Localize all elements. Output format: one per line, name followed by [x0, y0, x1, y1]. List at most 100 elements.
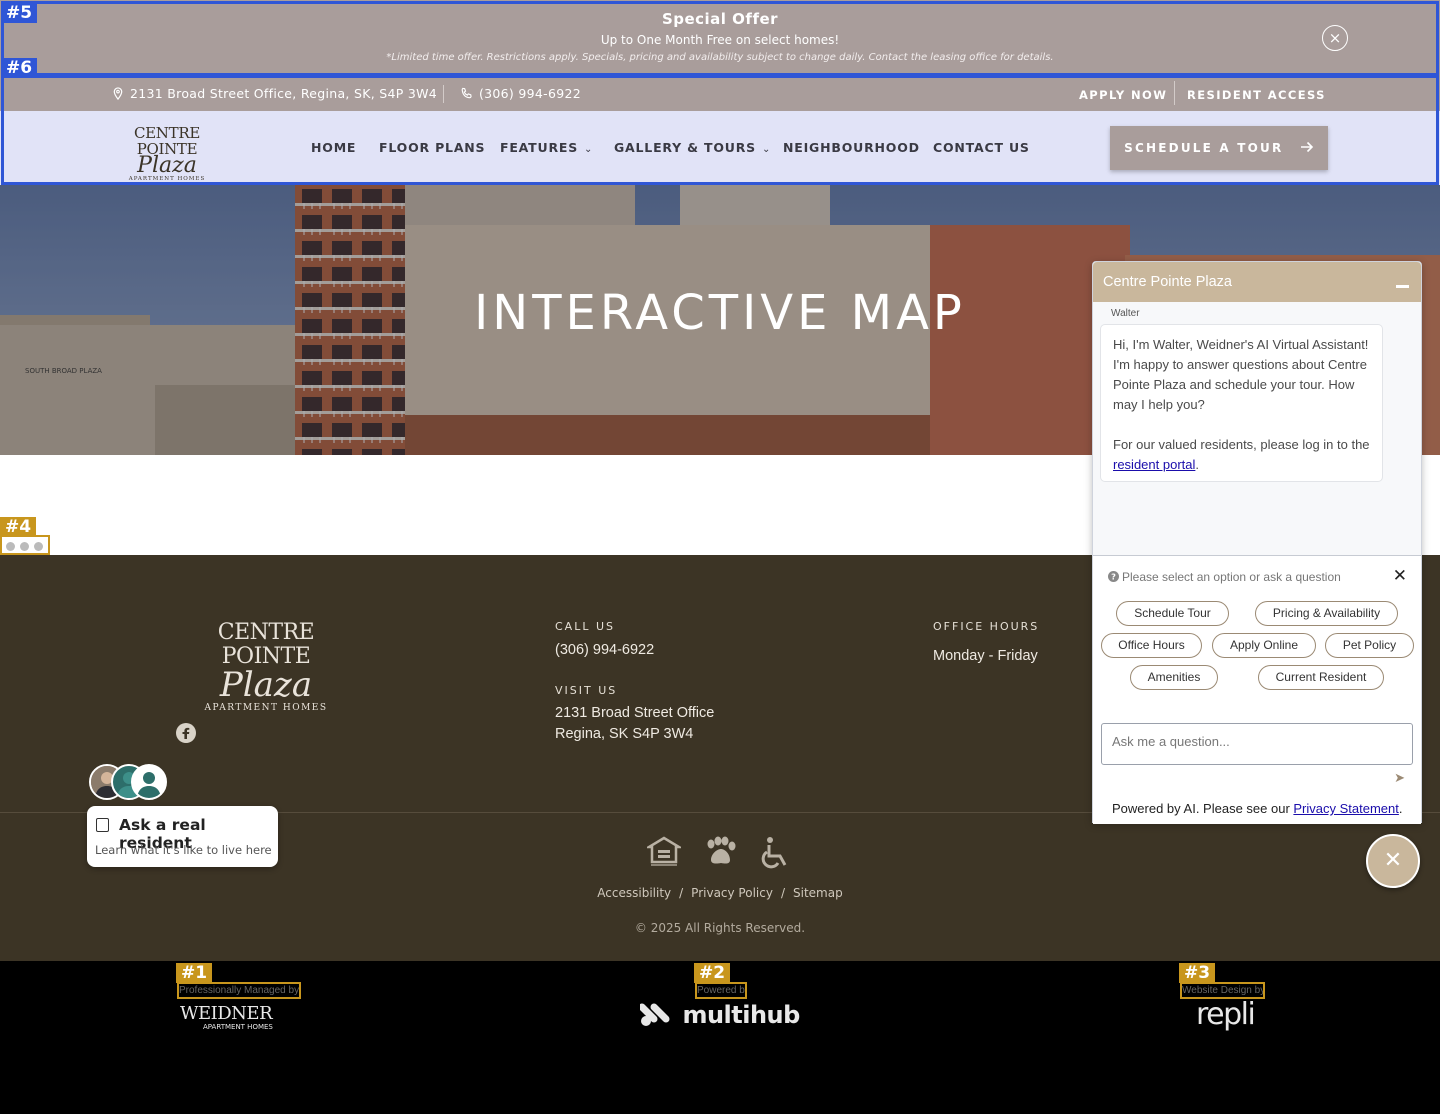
footer-address-line1[interactable]: 2131 Broad Street Office: [555, 703, 714, 724]
chat-toggle-button[interactable]: ✕: [1366, 834, 1420, 888]
nav-features[interactable]: FEATURES ⌄: [500, 140, 593, 155]
nav-features-label: FEATURES: [500, 140, 579, 155]
footer-logo-line1: CENTRE POINTE: [217, 620, 315, 669]
credits-bar: Professionally Managed by WEIDNER APARTM…: [0, 961, 1440, 1114]
footer-address-line2[interactable]: Regina, SK S4P 3W4: [555, 724, 693, 745]
chevron-down-icon: ⌄: [761, 144, 772, 155]
building-sign: SOUTH BROAD PLAZA: [25, 367, 102, 375]
nav-gallery-label: GALLERY & TOURS: [614, 140, 756, 155]
nav-gallery-tours[interactable]: GALLERY & TOURS ⌄: [614, 140, 771, 155]
separator: /: [679, 886, 684, 900]
option-current-resident[interactable]: Current Resident: [1258, 665, 1384, 690]
offer-title: Special Offer: [661, 10, 779, 28]
annotation-label: #6: [1, 58, 38, 78]
ask-resident-subtitle: Learn what it's like to live here: [95, 843, 272, 857]
sitemap-link[interactable]: Sitemap: [793, 886, 843, 900]
footer-logo-line3: APARTMENT HOMES: [204, 703, 328, 713]
facebook-icon[interactable]: [176, 723, 196, 743]
question-circle-icon: ?: [1108, 571, 1119, 582]
nav-neighbourhood[interactable]: NEIGHBOURHOOD: [783, 140, 920, 155]
copyright: © 2025 All Rights Reserved.: [634, 921, 806, 935]
ask-resident-widget[interactable]: Ask a real resident Learn what it's like…: [87, 806, 278, 867]
privacy-policy-link[interactable]: Privacy Policy: [691, 886, 773, 900]
utility-address[interactable]: 2131 Broad Street Office, Regina, SK, S4…: [112, 86, 437, 101]
close-icon[interactable]: ×: [1322, 25, 1348, 51]
visit-us-label: VISIT US: [555, 684, 618, 697]
utility-bar: 2131 Broad Street Office, Regina, SK, S4…: [0, 76, 1440, 111]
option-schedule-tour[interactable]: Schedule Tour: [1116, 601, 1229, 626]
multihub-mark-icon: [638, 1003, 670, 1026]
chat-message-text: Hi, I'm Walter, Weidner's AI Virtual Ass…: [1113, 337, 1369, 412]
chat-message-post: .: [1195, 457, 1200, 472]
footer-logo[interactable]: CENTRE POINTE Plaza APARTMENT HOMES: [176, 621, 356, 715]
offer-disclaimer: *Limited time offer. Restrictions apply.…: [386, 52, 1054, 63]
option-apply-online[interactable]: Apply Online: [1212, 633, 1316, 658]
location-pin-icon: [113, 87, 123, 100]
option-pricing[interactable]: Pricing & Availability: [1255, 601, 1398, 626]
chat-input[interactable]: Ask me a question...: [1101, 723, 1413, 765]
option-office-hours[interactable]: Office Hours: [1101, 633, 1202, 658]
utility-address-text: 2131 Broad Street Office, Regina, SK, S4…: [130, 86, 438, 101]
dot-icon: [6, 542, 15, 551]
option-pet-policy[interactable]: Pet Policy: [1325, 633, 1414, 658]
chat-options-panel: ? Please select an option or ask a questi…: [1093, 555, 1421, 824]
footer-phone[interactable]: (306) 994-6922: [555, 640, 654, 661]
accessibility-icon: [761, 837, 787, 869]
chat-message-resident: For our valued residents, please log in …: [1113, 435, 1370, 475]
accessibility-link[interactable]: Accessibility: [597, 886, 671, 900]
managed-by-label: Professionally Managed by: [177, 982, 301, 999]
dot-icon: [20, 542, 29, 551]
powered-post: .: [1398, 801, 1403, 816]
options-prompt: ? Please select an option or ask a questi…: [1108, 570, 1341, 584]
resident-access-link[interactable]: RESIDENT ACCESS: [1187, 88, 1326, 102]
arrow-right-icon: [1300, 141, 1313, 153]
send-icon[interactable]: ➤: [1394, 771, 1405, 786]
dot-icon: [34, 542, 43, 551]
multihub-logo[interactable]: multihub: [638, 1001, 800, 1035]
svg-text:?: ?: [1111, 572, 1116, 582]
resident-portal-link[interactable]: resident portal: [1113, 457, 1195, 472]
powered-by-label: Powered by: [695, 982, 747, 999]
chat-message: Hi, I'm Walter, Weidner's AI Virtual Ass…: [1100, 324, 1383, 482]
person-icon: [137, 772, 161, 798]
close-icon[interactable]: ✕: [1393, 566, 1407, 586]
offer-subtitle: Up to One Month Free on select homes!: [600, 33, 840, 47]
nav-contact-us[interactable]: CONTACT US: [933, 140, 1030, 155]
minimize-icon[interactable]: [1396, 285, 1409, 288]
loading-dots: [0, 535, 50, 555]
annotation-label: #5: [1, 3, 38, 23]
schedule-tour-button[interactable]: SCHEDULE A TOUR: [1110, 126, 1328, 170]
phone-icon: [461, 87, 472, 99]
chat-widget: Centre Pointe Plaza Walter Hi, I'm Walte…: [1092, 261, 1422, 824]
weidner-logo[interactable]: WEIDNER APARTMENT HOMES: [180, 1005, 280, 1032]
chat-powered-by: Powered by AI. Please see our Privacy St…: [1112, 801, 1403, 816]
annotation-label: #2: [694, 963, 731, 983]
chevron-down-icon: ⌄: [584, 144, 594, 155]
chat-bubble-icon: [96, 818, 109, 832]
privacy-statement-link[interactable]: Privacy Statement: [1293, 801, 1399, 816]
chat-header[interactable]: Centre Pointe Plaza: [1093, 262, 1421, 302]
avatar[interactable]: [131, 764, 167, 800]
nav-floor-plans[interactable]: FLOOR PLANS: [379, 140, 485, 155]
options-prompt-text: Please select an option or ask a questio…: [1122, 570, 1341, 584]
special-offer-banner: Special Offer Up to One Month Free on se…: [0, 0, 1440, 76]
office-hours-label: OFFICE HOURS: [933, 620, 1040, 633]
footer-links: Accessibility / Privacy Policy / Sitemap: [0, 886, 1440, 900]
weidner-sub: APARTMENT HOMES: [203, 1023, 273, 1031]
site-logo[interactable]: CENTRE POINTE Plaza APARTMENT HOMES: [112, 125, 222, 182]
nav-home[interactable]: HOME: [311, 140, 356, 155]
option-amenities[interactable]: Amenities: [1130, 665, 1218, 690]
logo-line3: APARTMENT HOMES: [128, 176, 206, 182]
powered-pre: Powered by AI. Please see our: [1112, 801, 1294, 816]
logo-line2: Plaza: [137, 153, 197, 178]
divider: [443, 85, 444, 103]
annotation-label: #1: [176, 963, 213, 983]
utility-phone[interactable]: (306) 994-6922: [460, 86, 581, 101]
main-navigation: CENTRE POINTE Plaza APARTMENT HOMES HOME…: [0, 111, 1440, 185]
call-us-label: CALL US: [555, 620, 615, 633]
paw-icon: [707, 836, 736, 864]
annotation-label: #4: [0, 517, 37, 537]
chat-agent-name: Walter: [1111, 308, 1140, 319]
apply-now-link[interactable]: APPLY NOW: [1079, 88, 1167, 102]
repli-logo[interactable]: repli: [1196, 997, 1256, 1032]
